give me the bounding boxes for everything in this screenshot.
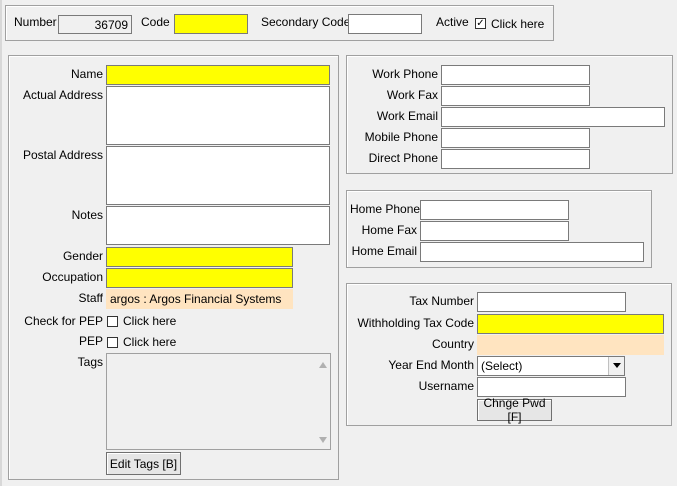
work-phone-label: Work Phone: [372, 67, 438, 81]
number-field[interactable]: [58, 15, 132, 34]
pep-check-label: Check for PEP: [24, 314, 103, 328]
postal-address-label: Postal Address: [22, 148, 103, 162]
name-label: Name: [70, 67, 103, 81]
code-field[interactable]: [174, 14, 248, 34]
country-field[interactable]: [477, 335, 664, 355]
tags-list[interactable]: [106, 353, 331, 450]
year-end-month-value: (Select): [481, 359, 523, 373]
active-checkbox-text[interactable]: Click here: [491, 16, 544, 32]
pep-text[interactable]: Click here: [123, 334, 176, 350]
staff-label: Staff: [78, 291, 103, 305]
withholding-tax-field[interactable]: [477, 314, 664, 334]
work-email-label: Work Email: [376, 109, 438, 123]
work-fax-field[interactable]: [441, 86, 590, 106]
active-checkbox[interactable]: ✓: [475, 18, 486, 29]
actual-address-field[interactable]: [106, 86, 330, 145]
username-label: Username: [418, 379, 474, 393]
scroll-down-icon[interactable]: [319, 437, 327, 443]
code-label: Code: [141, 15, 170, 29]
withholding-tax-label: Withholding Tax Code: [357, 316, 474, 330]
pep-check-text[interactable]: Click here: [123, 313, 176, 329]
username-field[interactable]: [477, 377, 626, 397]
gender-field[interactable]: [106, 247, 293, 267]
tags-label: Tags: [77, 355, 103, 369]
staff-field[interactable]: argos : Argos Financial Systems: [106, 289, 293, 309]
home-email-label: Home Email: [351, 244, 417, 258]
direct-phone-field[interactable]: [441, 149, 590, 169]
actual-address-label: Actual Address: [22, 88, 103, 102]
notes-label: Notes: [71, 208, 103, 222]
left-edge: [0, 0, 2, 486]
pep-check-checkbox[interactable]: [107, 316, 118, 327]
home-email-field[interactable]: [420, 242, 644, 262]
scroll-up-icon[interactable]: [319, 362, 327, 368]
change-password-button[interactable]: Chnge Pwd [F]: [477, 396, 552, 424]
occupation-field[interactable]: [106, 268, 293, 288]
work-phone-field[interactable]: [441, 65, 590, 85]
work-fax-label: Work Fax: [386, 88, 438, 102]
pep-checkbox[interactable]: [107, 337, 118, 348]
gender-label: Gender: [62, 249, 103, 263]
secondary-code-label: Secondary Code: [261, 15, 351, 29]
secondary-code-field[interactable]: [348, 14, 422, 34]
postal-address-field[interactable]: [106, 146, 330, 205]
number-label: Number: [14, 15, 57, 29]
pep-label: PEP: [78, 334, 103, 348]
tax-number-field[interactable]: [477, 292, 626, 312]
active-label: Active: [436, 15, 469, 29]
chevron-down-icon[interactable]: [608, 357, 624, 375]
year-end-month-select[interactable]: (Select): [477, 356, 625, 376]
direct-phone-label: Direct Phone: [368, 151, 438, 165]
country-label: Country: [431, 337, 474, 351]
work-email-field[interactable]: [441, 107, 665, 127]
mobile-phone-label: Mobile Phone: [364, 130, 438, 144]
home-phone-field[interactable]: [420, 200, 569, 220]
mobile-phone-field[interactable]: [441, 128, 590, 148]
home-fax-field[interactable]: [420, 221, 569, 241]
year-end-month-label: Year End Month: [388, 358, 474, 372]
tax-number-label: Tax Number: [409, 294, 474, 308]
occupation-label: Occupation: [42, 270, 103, 284]
notes-field[interactable]: [106, 206, 330, 245]
name-field[interactable]: [106, 65, 330, 85]
edit-tags-button[interactable]: Edit Tags [B]: [106, 452, 181, 475]
home-phone-label: Home Phone: [350, 202, 421, 216]
home-fax-label: Home Fax: [361, 223, 417, 237]
